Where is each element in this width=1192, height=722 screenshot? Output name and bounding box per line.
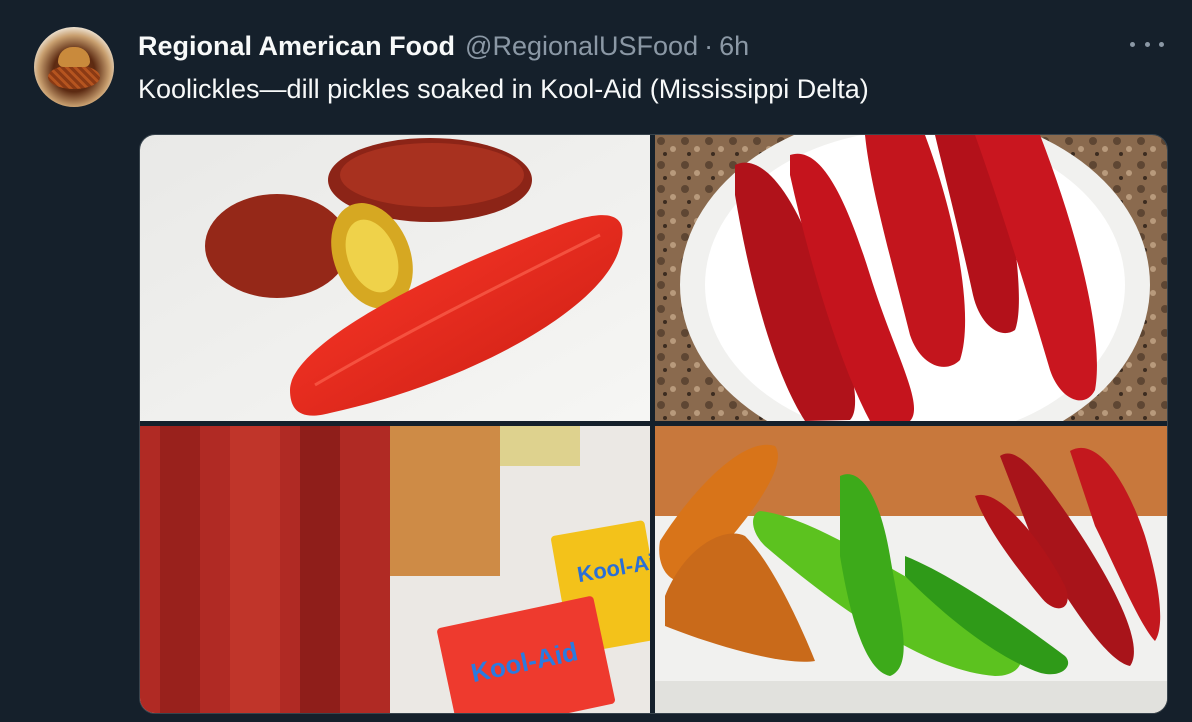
- avatar-bun-image: [58, 47, 90, 67]
- tweet-text: Koolickles—dill pickles soaked in Kool-A…: [138, 74, 869, 104]
- author-name[interactable]: Regional American Food: [138, 31, 455, 62]
- avatar-food-image: [48, 65, 100, 89]
- tweet[interactable]: Regional American Food @RegionalUSFood ·…: [0, 0, 1192, 722]
- media-image-2[interactable]: [655, 135, 1167, 421]
- media-grid: Kool-Aid Kool-Aid: [139, 134, 1168, 714]
- tweet-header: Regional American Food @RegionalUSFood ·…: [138, 30, 749, 62]
- avatar[interactable]: [34, 27, 114, 107]
- media-image-3[interactable]: Kool-Aid Kool-Aid: [140, 426, 650, 713]
- media-image-4[interactable]: [655, 426, 1167, 713]
- timestamp[interactable]: 6h: [719, 31, 749, 62]
- author-handle[interactable]: @RegionalUSFood: [465, 31, 698, 62]
- separator-dot: ·: [704, 30, 714, 61]
- more-options-icon[interactable]: [1130, 32, 1164, 56]
- media-image-1[interactable]: [140, 135, 650, 421]
